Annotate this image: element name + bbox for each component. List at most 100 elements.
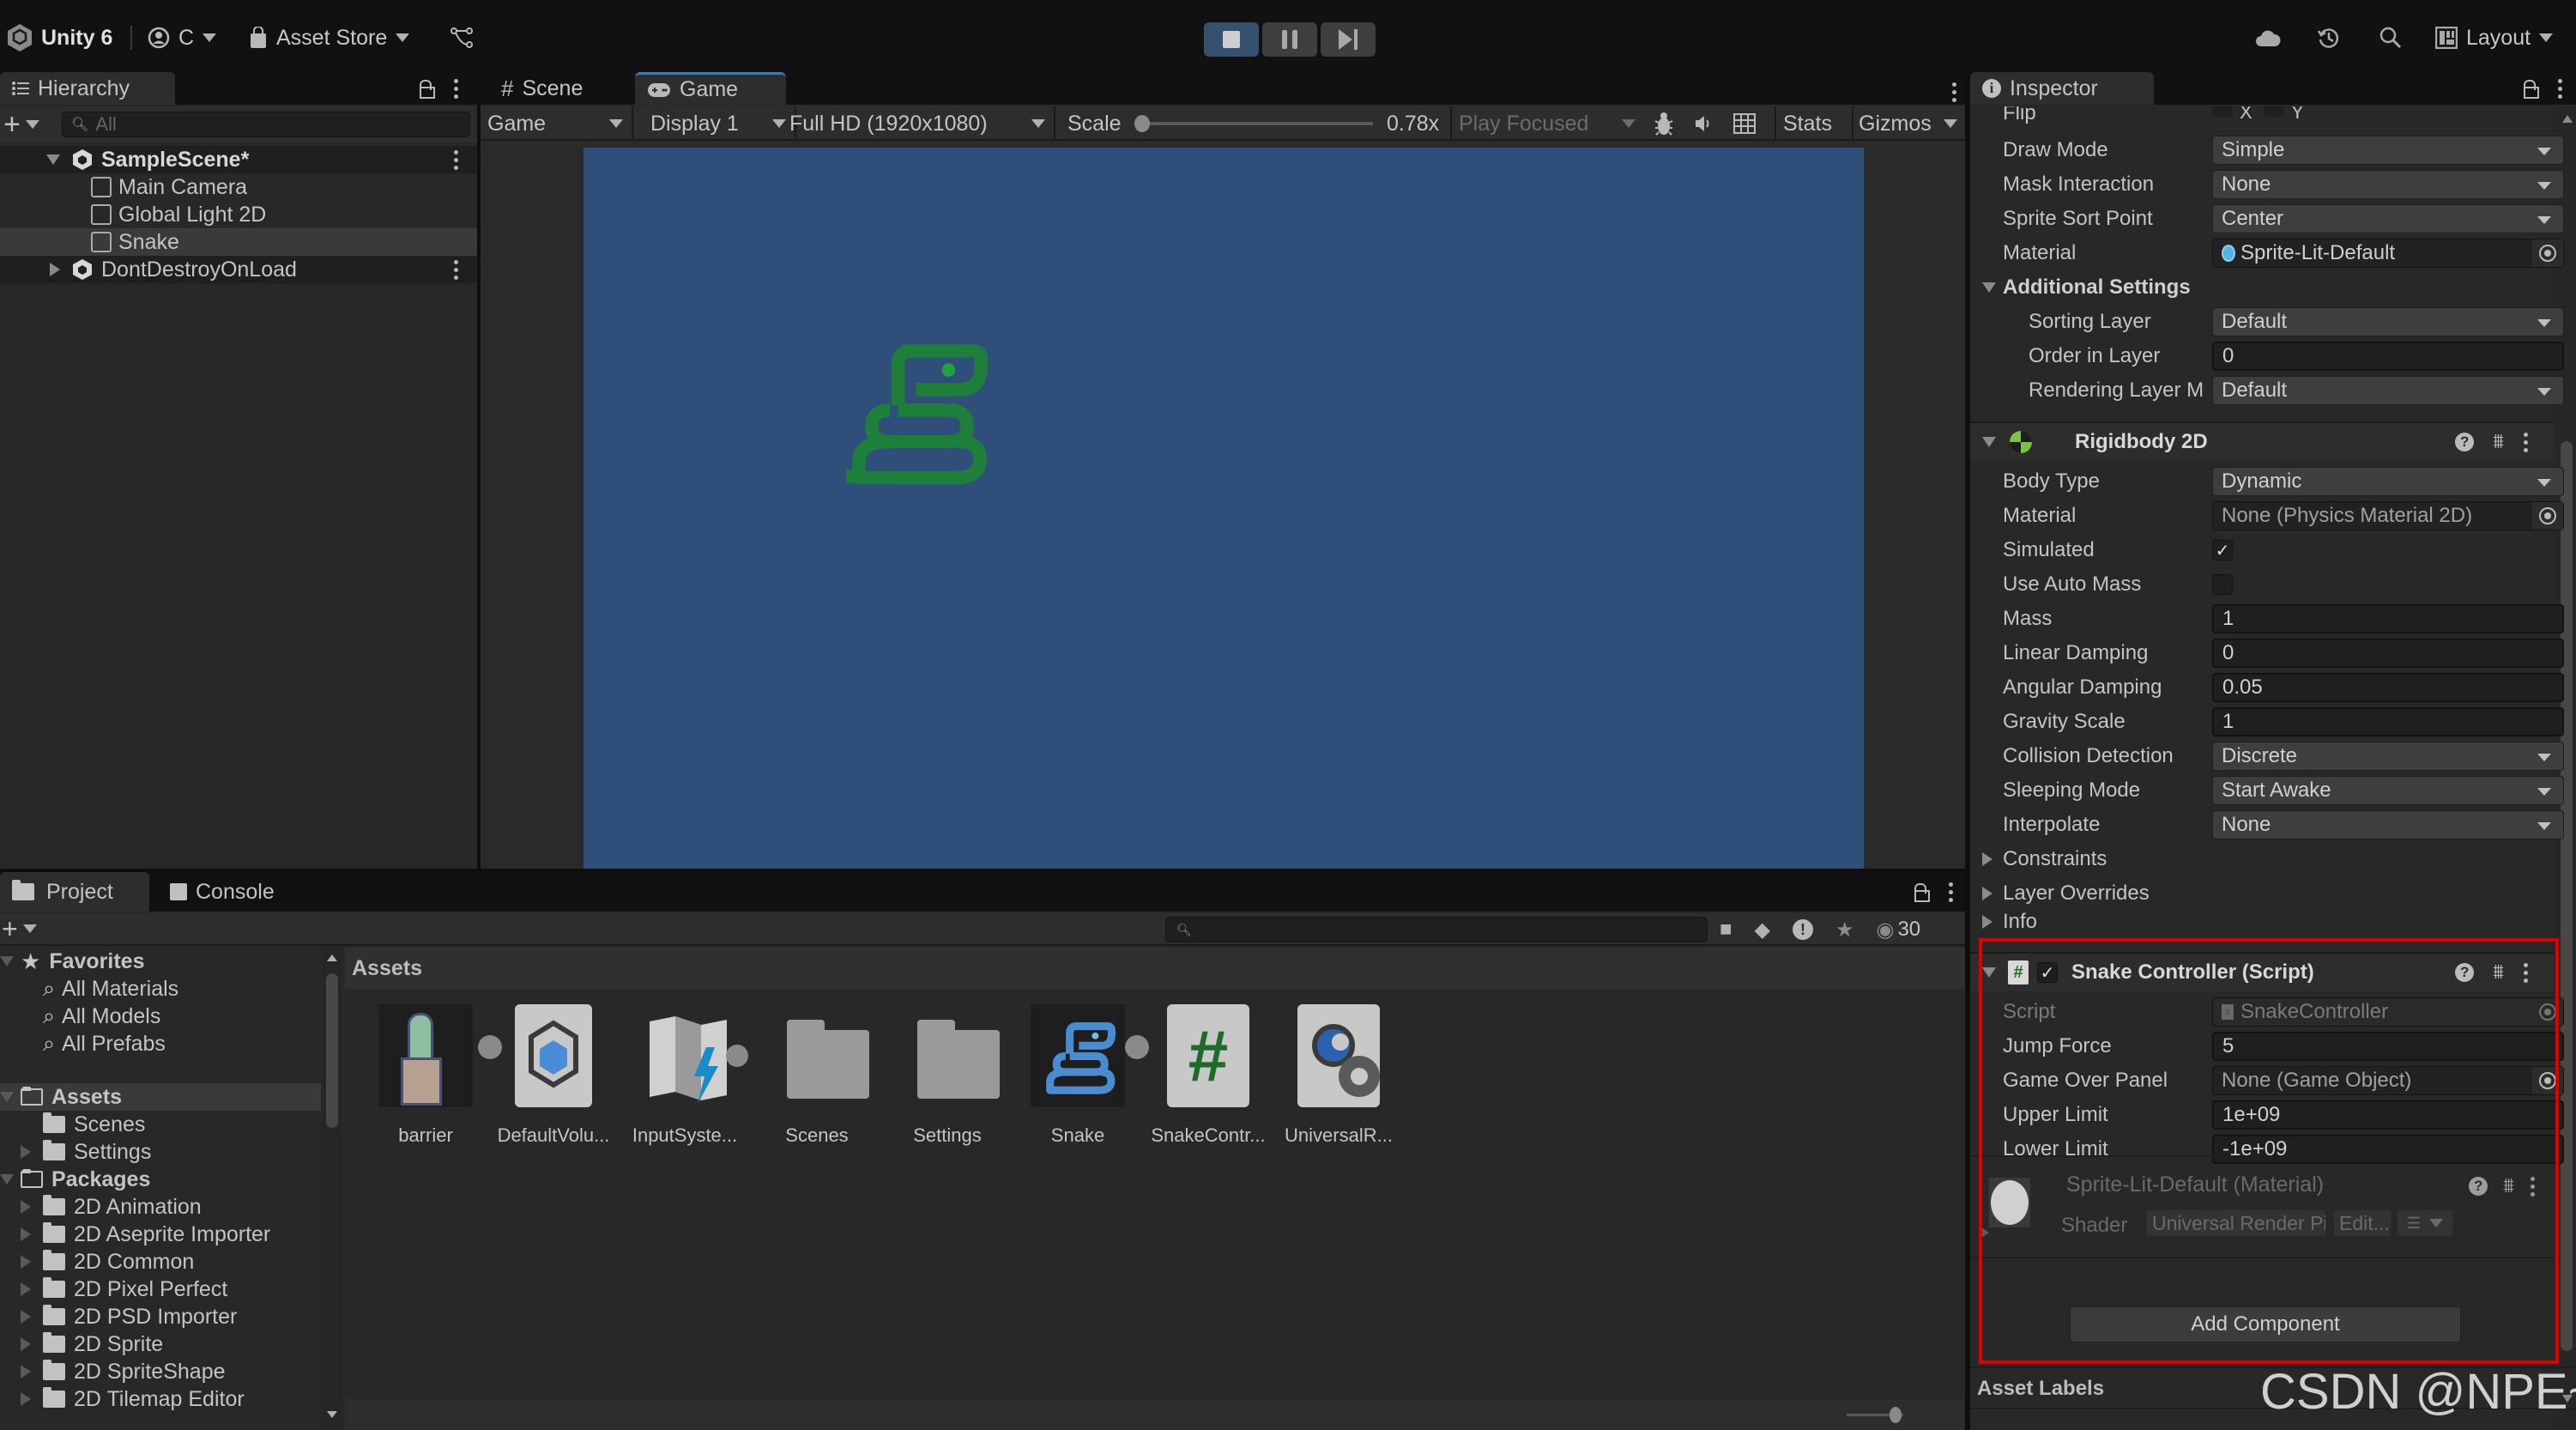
mask-interaction-dropdown[interactable]: None [2212, 170, 2564, 199]
asset-tile-barrier[interactable]: barrier [366, 1004, 502, 1147]
more-options-icon[interactable] [1951, 82, 1956, 102]
expand-arrow-icon[interactable] [1982, 967, 1996, 978]
asset-tile-scenes-folder[interactable]: Scenes [757, 1004, 877, 1147]
project-search-input[interactable]: 🔍︎ [1165, 917, 1708, 942]
version-control-button[interactable] [450, 21, 474, 55]
packages-root-row[interactable]: Packages [0, 1166, 150, 1193]
gizmos-dropdown[interactable]: Gizmos [1852, 106, 1957, 141]
draw-mode-dropdown[interactable]: Simple [2212, 136, 2564, 165]
mass-input[interactable]: 1 [2212, 604, 2564, 633]
help-icon[interactable]: ? [2469, 1177, 2488, 1196]
physics-material-field[interactable]: None (Physics Material 2D) [2212, 501, 2564, 530]
shader-options-dropdown[interactable]: ☰ [2398, 1210, 2452, 1236]
stop-button[interactable] [1204, 22, 1259, 57]
more-options-icon[interactable] [2523, 432, 2528, 452]
package-folder-item[interactable]: 2D Aseprite Importer [21, 1221, 270, 1248]
create-button[interactable]: + [3, 110, 39, 139]
play-focused-dropdown[interactable]: Play Focused [1450, 106, 1642, 141]
expand-arrow-icon[interactable] [21, 1145, 31, 1159]
linear-damping-input[interactable]: 0 [2212, 639, 2564, 668]
folder-item[interactable]: Settings [21, 1138, 151, 1166]
scroll-up-icon[interactable] [2562, 115, 2573, 123]
lock-icon[interactable] [419, 79, 435, 99]
tab-console[interactable]: Console [158, 872, 287, 912]
asset-tile-defaultvolume[interactable]: DefaultVolu... [493, 1004, 614, 1147]
expand-arrow-icon[interactable] [21, 1227, 31, 1241]
use-auto-mass-checkbox[interactable] [2212, 574, 2233, 595]
order-in-layer-input[interactable]: 0 [2212, 342, 2564, 371]
sleeping-mode-dropdown[interactable]: Start Awake [2212, 776, 2564, 805]
audio-icon[interactable] [1694, 113, 1713, 134]
expand-arrow-icon[interactable] [21, 1200, 31, 1214]
hidden-packages-toggle[interactable]: ◉ 30 [1876, 918, 1920, 942]
stats-button[interactable]: Stats [1775, 106, 1832, 141]
lock-icon[interactable] [1914, 882, 1930, 902]
object-picker-button[interactable] [2532, 1067, 2563, 1094]
flip-y-checkbox[interactable] [2264, 106, 2284, 117]
tab-game[interactable]: Game [635, 72, 786, 105]
favorite-item[interactable]: ⌕ All Models [43, 1003, 160, 1030]
scroll-up-icon[interactable] [327, 954, 337, 961]
help-icon[interactable]: ? [2455, 433, 2475, 451]
constraints-foldout[interactable]: Constraints [1970, 844, 2554, 875]
tab-scene[interactable]: # Scene [489, 72, 595, 105]
layer-overrides-foldout[interactable]: Layer Overrides [1970, 878, 2554, 909]
expand-arrow-icon[interactable] [21, 1337, 31, 1351]
package-folder-item[interactable]: 2D Animation [21, 1193, 202, 1221]
rendering-layer-dropdown[interactable]: Default [2212, 376, 2564, 405]
search-button[interactable] [2379, 21, 2403, 55]
simulated-checkbox[interactable]: ✓ [2212, 540, 2233, 560]
scale-slider-handle[interactable] [1134, 115, 1150, 132]
search-by-type-icon[interactable]: ■ [1720, 918, 1732, 942]
tab-project[interactable]: Project [0, 872, 149, 912]
more-options-icon[interactable] [1948, 882, 1953, 902]
additional-settings-foldout[interactable]: Additional Settings [1970, 272, 2554, 303]
expand-arrow-icon[interactable] [21, 1282, 31, 1296]
favorite-item[interactable]: ⌕ All Materials [43, 975, 178, 1003]
object-picker-button[interactable] [2532, 239, 2563, 267]
gravity-scale-input[interactable]: 1 [2212, 707, 2564, 736]
asset-labels-section[interactable]: Asset Labels [1977, 1370, 2104, 1408]
game-viewport[interactable] [584, 148, 1864, 869]
package-folder-item[interactable]: 2D Common [21, 1248, 194, 1275]
icon-size-slider-handle[interactable] [1890, 1407, 1902, 1423]
hierarchy-scene-row[interactable]: DontDestroyOnLoad [0, 256, 477, 283]
scale-slider-track[interactable] [1140, 122, 1373, 125]
asset-tile-snake[interactable]: Snake [1018, 1004, 1149, 1147]
scrollbar-thumb[interactable] [326, 973, 338, 1128]
search-by-label-icon[interactable]: ◆ [1755, 918, 1770, 942]
presets-icon[interactable]: ⩩ [2503, 1174, 2514, 1198]
layout-dropdown[interactable]: Layout [2435, 21, 2554, 55]
asset-tile-universalrp[interactable]: UniversalR... [1279, 1004, 1399, 1147]
tab-inspector[interactable]: i Inspector [1970, 72, 2154, 105]
hierarchy-scene-row[interactable]: SampleScene* [0, 146, 477, 173]
more-options-icon[interactable] [2523, 962, 2528, 983]
more-options-icon[interactable] [453, 259, 458, 280]
unity-logo[interactable]: Unity 6 [7, 21, 112, 55]
step-button[interactable] [1321, 22, 1376, 57]
shader-dropdown[interactable]: Universal Render Pip… [2147, 1210, 2325, 1236]
tab-hierarchy[interactable]: Hierarchy [0, 72, 175, 105]
expand-arrow-icon[interactable] [0, 1174, 14, 1185]
assets-root-row[interactable]: Assets [0, 1083, 321, 1111]
assets-breadcrumb[interactable]: Assets [345, 948, 1965, 989]
hierarchy-item-selected[interactable]: Snake [0, 228, 477, 256]
expand-arrow-icon[interactable] [0, 1092, 14, 1102]
expand-arrow-icon[interactable] [1982, 437, 1996, 447]
package-folder-item[interactable]: 2D Tilemap Editor [21, 1385, 245, 1413]
material-object-field[interactable]: Sprite-Lit-Default [2212, 239, 2564, 268]
object-picker-button[interactable] [2532, 502, 2563, 530]
package-folder-item[interactable]: 2D Pixel Perfect [21, 1275, 227, 1303]
game-over-panel-field[interactable]: None (Game Object) [2212, 1066, 2564, 1095]
expand-arrow-icon[interactable] [46, 155, 60, 165]
lock-icon[interactable] [2523, 79, 2539, 99]
hierarchy-item[interactable]: Main Camera [0, 173, 477, 201]
presets-icon[interactable]: ⩩ [2493, 960, 2504, 985]
cloud-button[interactable] [2255, 21, 2281, 55]
package-folder-item[interactable]: 2D Sprite [21, 1330, 163, 1358]
favorite-item[interactable]: ⌕ All Prefabs [43, 1030, 166, 1057]
asset-tile-snakecontroller[interactable]: # SnakeContr... [1148, 1004, 1268, 1147]
jump-force-input[interactable]: 5 [2212, 1032, 2564, 1061]
scrollbar-thumb[interactable] [2561, 441, 2573, 1351]
expand-arrow-icon[interactable] [50, 263, 60, 276]
